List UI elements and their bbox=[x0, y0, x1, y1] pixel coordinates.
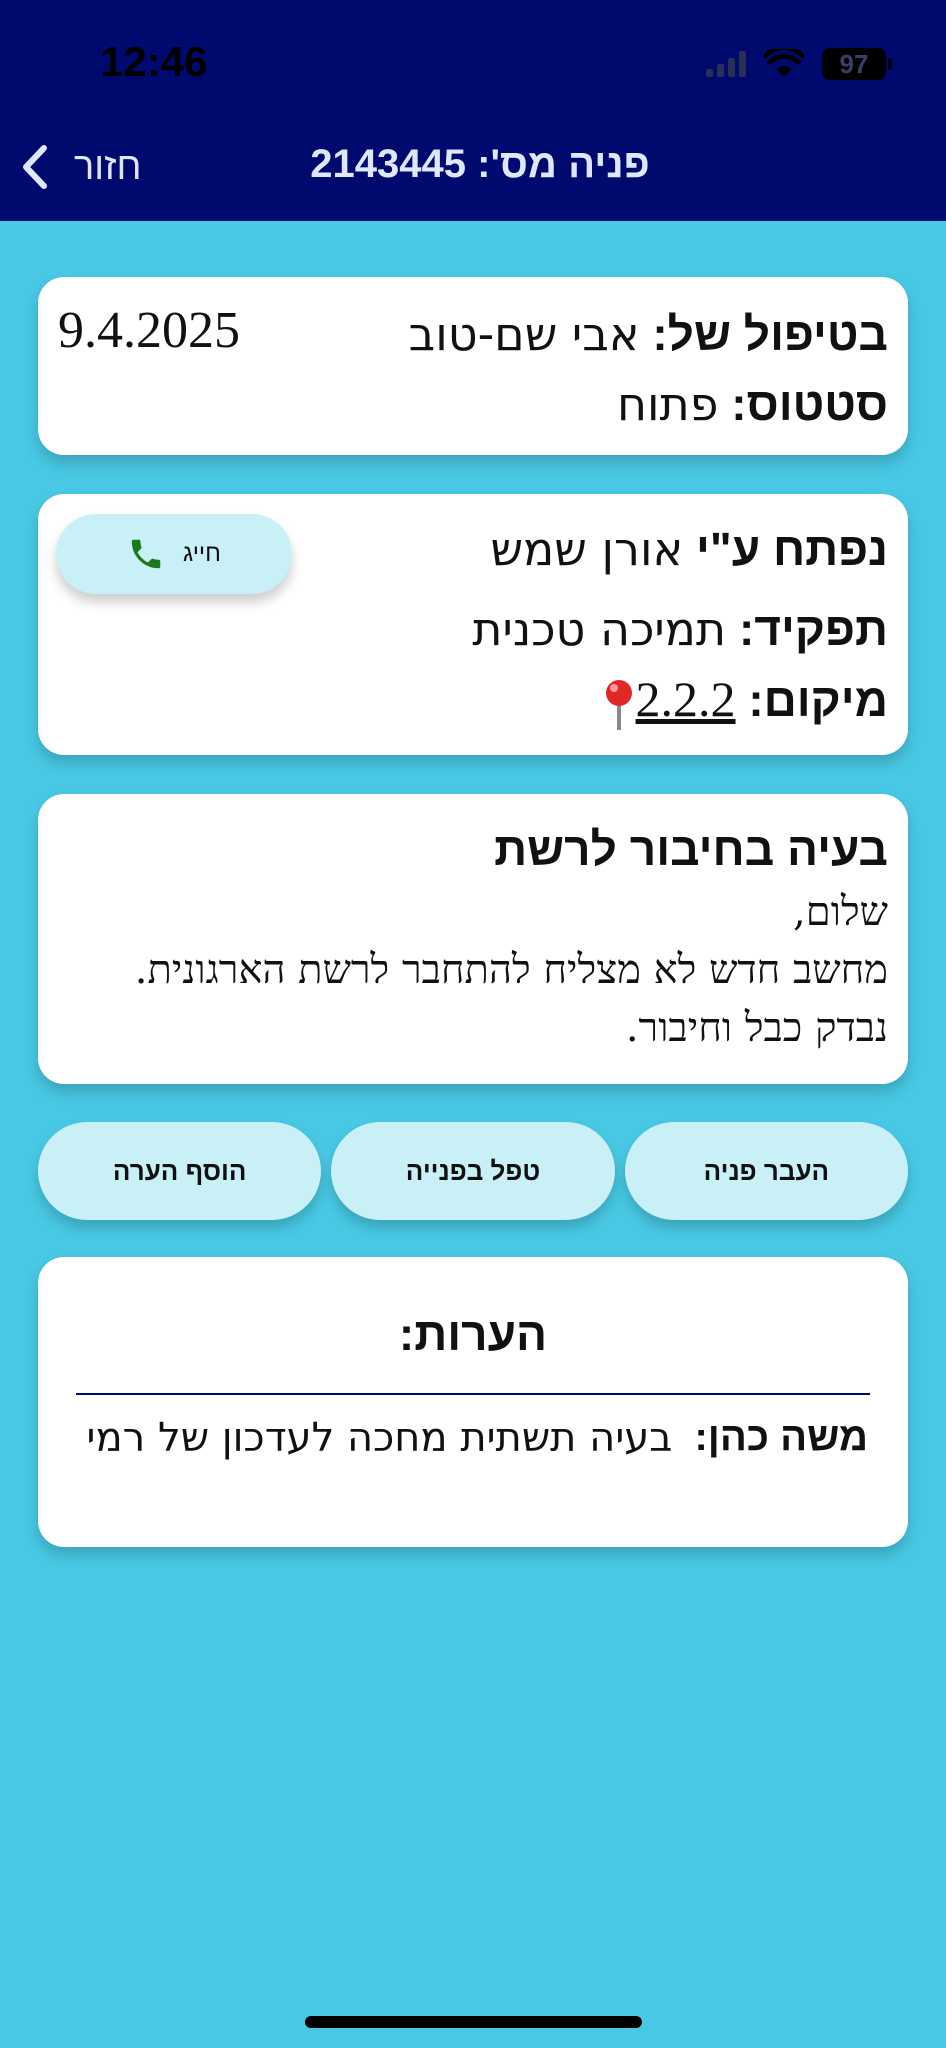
page-title: פניה מס': 2143445 bbox=[310, 142, 650, 186]
handle-ticket-button[interactable]: טפל בפנייה bbox=[331, 1122, 615, 1220]
location-value: 2.2.2 bbox=[635, 671, 736, 727]
notes-title: הערות: bbox=[398, 1308, 548, 1360]
handler-label: בטיפול של: bbox=[652, 308, 888, 360]
note-text: בעיה תשתית מחכה לעדכון של רמי bbox=[86, 1415, 673, 1461]
battery-level: 97 bbox=[839, 48, 869, 79]
cellular-signal-icon bbox=[706, 51, 746, 77]
handler-name: אבי שם-טוב bbox=[408, 307, 640, 361]
ticket-content-card: בעיה בחיבור לרשת שלום, מחשב חדש לא מצליח… bbox=[38, 794, 908, 1084]
ticket-body-line: שלום, bbox=[793, 889, 888, 935]
call-button-label: חייג bbox=[183, 540, 221, 567]
role-value: תמיכה טכנית bbox=[472, 602, 727, 656]
transfer-ticket-button[interactable]: העבר פניה bbox=[624, 1122, 908, 1220]
assignment-card: בטיפול של: אבי שם-טוב סטטוס: פתוח 9.4.20… bbox=[38, 277, 908, 455]
opened-by-row: נפתח ע"י אורן שמש bbox=[490, 522, 888, 576]
chevron-left-icon bbox=[23, 145, 47, 189]
status-icons: 97 bbox=[706, 44, 892, 84]
add-note-button[interactable]: הוסף הערה bbox=[38, 1122, 322, 1220]
home-indicator[interactable] bbox=[305, 2016, 642, 2028]
notes-card: הערות: משה כהן: בעיה תשתית מחכה לעדכון ש… bbox=[38, 1257, 908, 1547]
battery-icon: 97 bbox=[822, 48, 892, 80]
status-value: פתוח bbox=[616, 377, 719, 431]
status-label: סטטוס: bbox=[731, 378, 888, 430]
opened-by-label: נפתח ע"י bbox=[696, 523, 888, 575]
note-author: משה כהן: bbox=[694, 1415, 868, 1459]
location-link[interactable]: 2.2.2 bbox=[602, 671, 736, 730]
opened-by-name: אורן שמש bbox=[490, 522, 684, 576]
back-button[interactable]: חזור bbox=[18, 140, 141, 194]
back-label: חזור bbox=[74, 145, 142, 188]
status-row: סטטוס: פתוח bbox=[617, 377, 888, 431]
note-item: משה כהן: בעיה תשתית מחכה לעדכון של רמי bbox=[87, 1415, 868, 1461]
handler-row: בטיפול של: אבי שם-טוב bbox=[409, 307, 888, 361]
ticket-body-line: מחשב חדש לא מצליח להתחבר לרשת הארגונית. bbox=[134, 947, 888, 993]
call-button[interactable]: חייג bbox=[56, 514, 292, 594]
role-row: תפקיד: תמיכה טכנית bbox=[472, 602, 888, 656]
app-header: 12:46 97 חזור פניה מס': 2143445 bbox=[0, 0, 946, 221]
ticket-subject: בעיה בחיבור לרשת bbox=[494, 823, 888, 875]
action-buttons: העבר פניה טפל בפנייה הוסף הערה bbox=[38, 1122, 908, 1220]
opener-card: נפתח ע"י אורן שמש תפקיד: תמיכה טכנית מיק… bbox=[38, 494, 908, 755]
ticket-date: 9.4.2025 bbox=[58, 302, 240, 359]
location-row: מיקום: 2.2.2 bbox=[602, 670, 888, 732]
phone-icon bbox=[131, 539, 161, 569]
location-label: מיקום: bbox=[748, 674, 888, 726]
ticket-body-line: נבדק כבל וחיבור. bbox=[625, 1005, 888, 1051]
role-label: תפקיד: bbox=[738, 603, 888, 655]
status-time: 12:46 bbox=[100, 38, 208, 85]
map-pin-icon bbox=[605, 679, 632, 730]
wifi-icon bbox=[764, 49, 804, 77]
notes-divider bbox=[76, 1393, 870, 1395]
